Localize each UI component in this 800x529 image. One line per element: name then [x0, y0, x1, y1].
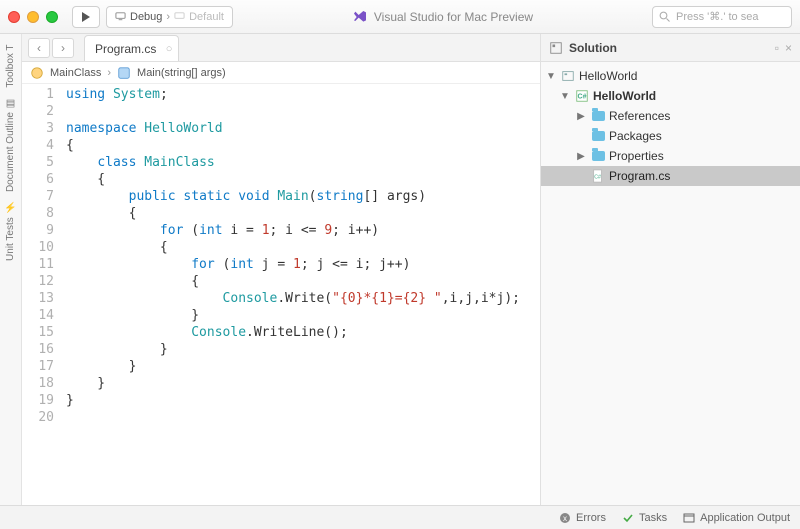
status-errors[interactable]: x Errors — [559, 512, 606, 524]
tree-node-label: HelloWorld — [579, 69, 637, 83]
app-title-text: Visual Studio for Mac Preview — [374, 10, 533, 24]
solution-panel: Solution ▫ × ▼ HelloWorld ▼ C# HelloWorld ▶ Re… — [540, 34, 800, 505]
rail-tab-document-outline[interactable]: Document Outline ▤ — [5, 94, 16, 196]
chevron-right-icon: › — [107, 67, 111, 79]
configuration-label: Debug — [130, 11, 162, 23]
status-tasks[interactable]: Tasks — [622, 512, 667, 524]
folder-icon — [591, 149, 605, 163]
project-icon: C# — [575, 89, 589, 103]
svg-text:C#: C# — [594, 175, 601, 181]
search-icon — [659, 11, 671, 23]
tree-node-label: Program.cs — [609, 169, 670, 183]
window-controls — [8, 11, 58, 23]
breadcrumb-bar[interactable]: MainClass › Main(string[] args) — [22, 62, 540, 84]
panel-close-icon[interactable]: × — [785, 41, 792, 55]
visual-studio-icon — [352, 9, 368, 25]
disclosure-triangle-icon[interactable]: ▶ — [575, 111, 587, 122]
zoom-window-button[interactable] — [46, 11, 58, 23]
tree-node[interactable]: ▶ Properties — [541, 146, 800, 166]
tree-node-label: HelloWorld — [593, 89, 656, 103]
target-icon — [174, 11, 185, 22]
minimize-window-button[interactable] — [27, 11, 39, 23]
status-errors-label: Errors — [576, 512, 606, 524]
status-output-label: Application Output — [700, 512, 790, 524]
left-sidebar-rail: Toolbox T Document Outline ▤ Unit Tests … — [0, 34, 22, 505]
close-tab-icon[interactable]: ○ — [166, 43, 173, 55]
code-content[interactable]: using System;namespace HelloWorld{ class… — [62, 84, 540, 505]
tree-node-label: Properties — [609, 149, 664, 163]
target-label: Default — [189, 11, 224, 23]
titlebar: Debug › Default Visual Studio for Mac Pr… — [0, 0, 800, 34]
tree-node[interactable]: ▼ HelloWorld — [541, 66, 800, 86]
play-icon — [81, 12, 91, 22]
file-tab-label: Program.cs — [95, 42, 156, 56]
solution-panel-title: Solution — [569, 41, 617, 55]
tree-node[interactable]: Packages — [541, 126, 800, 146]
configuration-selector[interactable]: Debug › Default — [106, 6, 233, 28]
app-title: Visual Studio for Mac Preview — [352, 9, 533, 25]
editor-area: ‹ › Program.cs ○ MainClass › Main(string… — [22, 34, 540, 505]
unit-tests-icon: ⚡ — [5, 202, 16, 214]
csfile-icon: C# — [591, 169, 605, 183]
method-icon — [117, 66, 131, 80]
run-button[interactable] — [72, 6, 100, 28]
status-bar: x Errors Tasks Application Output — [0, 505, 800, 529]
disclosure-triangle-icon[interactable]: ▶ — [575, 151, 587, 162]
status-application-output[interactable]: Application Output — [683, 512, 790, 524]
chevron-right-icon: › — [166, 11, 170, 23]
status-tasks-label: Tasks — [639, 512, 667, 524]
svg-text:x: x — [563, 514, 567, 523]
solution-panel-header: Solution ▫ × — [541, 34, 800, 62]
check-icon — [622, 512, 634, 524]
tree-node-label: References — [609, 109, 670, 123]
disclosure-triangle-icon[interactable]: ▼ — [545, 71, 557, 82]
tree-node[interactable]: ▶ References — [541, 106, 800, 126]
document-outline-icon: ▤ — [5, 98, 16, 109]
line-number-gutter: 1234567891011121314151617181920 — [22, 84, 62, 505]
close-window-button[interactable] — [8, 11, 20, 23]
disclosure-triangle-icon[interactable]: ▼ — [559, 91, 571, 102]
rail-tab-unit-tests[interactable]: Unit Tests ⚡ — [5, 198, 16, 265]
file-tab-program-cs[interactable]: Program.cs ○ — [84, 35, 179, 61]
svg-text:C#: C# — [578, 94, 587, 101]
rail-tab-toolbox[interactable]: Toolbox T — [5, 40, 16, 92]
solution-icon — [561, 69, 575, 83]
global-search-input[interactable]: Press '⌘.' to sea — [652, 6, 792, 28]
class-icon — [30, 66, 44, 80]
tree-node[interactable]: ▼ C# HelloWorld — [541, 86, 800, 106]
toolbox-icon: T — [5, 44, 16, 50]
code-editor[interactable]: 1234567891011121314151617181920 using Sy… — [22, 84, 540, 505]
error-icon: x — [559, 512, 571, 524]
output-icon — [683, 512, 695, 524]
panel-options-icon[interactable]: ▫ — [775, 41, 779, 55]
nav-forward-button[interactable]: › — [52, 38, 74, 58]
device-icon — [115, 11, 126, 22]
solution-tree[interactable]: ▼ HelloWorld ▼ C# HelloWorld ▶ References Packa… — [541, 62, 800, 190]
tree-node-label: Packages — [609, 129, 662, 143]
breadcrumb-method[interactable]: Main(string[] args) — [137, 67, 226, 79]
tree-node[interactable]: C# Program.cs — [541, 166, 800, 186]
nav-back-button[interactable]: ‹ — [28, 38, 50, 58]
folder-icon — [591, 109, 605, 123]
search-placeholder: Press '⌘.' to sea — [676, 10, 758, 23]
breadcrumb-class[interactable]: MainClass — [50, 67, 101, 79]
solution-pad-icon — [549, 41, 563, 55]
folder-icon — [591, 129, 605, 143]
editor-tab-row: ‹ › Program.cs ○ — [22, 34, 540, 62]
